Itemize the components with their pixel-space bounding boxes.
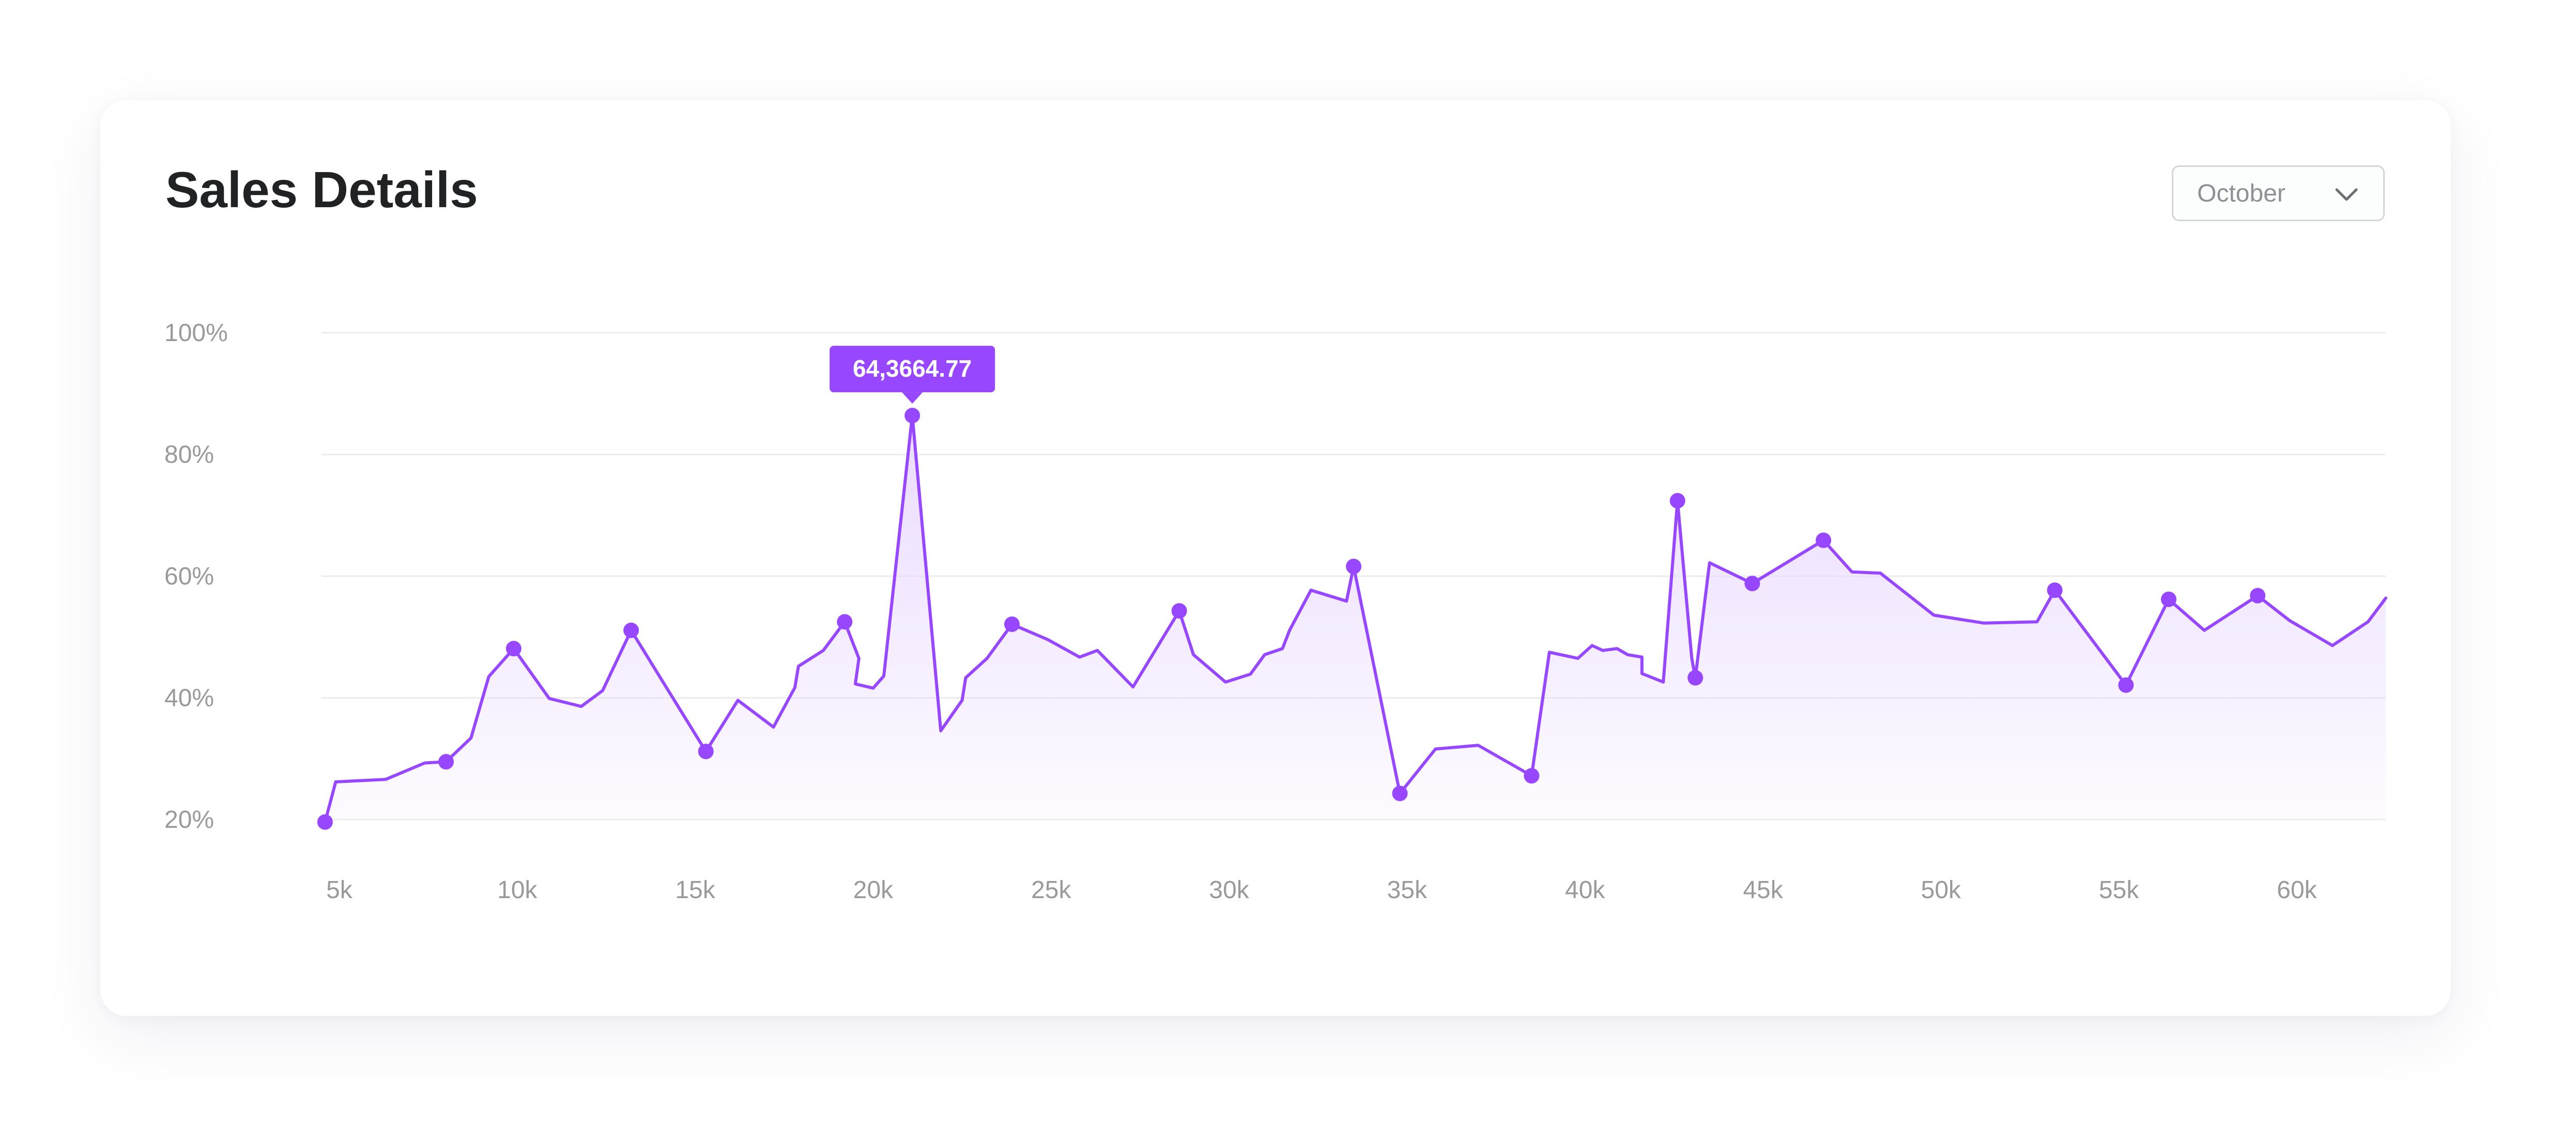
x-tick-label: 50k	[1921, 876, 1961, 904]
x-tick-label: 30k	[1209, 876, 1249, 904]
data-point	[1346, 559, 1361, 575]
data-point	[1392, 785, 1408, 801]
x-tick-label: 35k	[1387, 876, 1428, 904]
x-tick-label: 5k	[326, 876, 353, 904]
data-point	[317, 814, 333, 830]
y-tick-label: 40%	[164, 685, 214, 712]
data-point	[2160, 591, 2176, 607]
data-point	[1744, 576, 1760, 592]
data-point	[1669, 492, 1685, 508]
x-tick-label: 60k	[2277, 876, 2317, 904]
y-tick-label: 60%	[164, 563, 214, 590]
data-point	[505, 641, 522, 657]
data-point	[1004, 616, 1020, 633]
data-point	[1688, 670, 1704, 686]
data-point	[438, 754, 454, 770]
x-tick-label: 20k	[853, 876, 894, 904]
x-tick-label: 15k	[675, 876, 715, 904]
y-tick-label: 100%	[164, 319, 228, 347]
data-point	[1524, 768, 1540, 784]
x-tick-label: 45k	[1743, 876, 1783, 904]
y-tick-label: 80%	[164, 441, 214, 469]
data-point	[698, 744, 714, 760]
x-tick-label: 25k	[1031, 876, 1071, 904]
sales-line-chart: 20% 40% 60% 80% 100% 5k 10k 15k 20k 25k 30k 35k 40k 4…	[164, 319, 2387, 904]
tooltip-label: 64,3664.77	[853, 355, 972, 382]
x-tick-label: 55k	[2099, 876, 2139, 904]
x-tick-label: 10k	[497, 876, 538, 904]
data-point	[904, 408, 921, 424]
x-tick-label: 40k	[1565, 876, 1605, 904]
data-point	[2047, 582, 2063, 598]
data-point	[1815, 532, 1831, 548]
data-point	[2118, 677, 2134, 693]
y-tick-label: 20%	[164, 806, 214, 834]
data-point	[623, 622, 639, 638]
tooltip-pointer	[902, 392, 923, 404]
data-point	[2250, 588, 2266, 604]
data-point	[1171, 603, 1187, 619]
data-point	[837, 614, 853, 630]
